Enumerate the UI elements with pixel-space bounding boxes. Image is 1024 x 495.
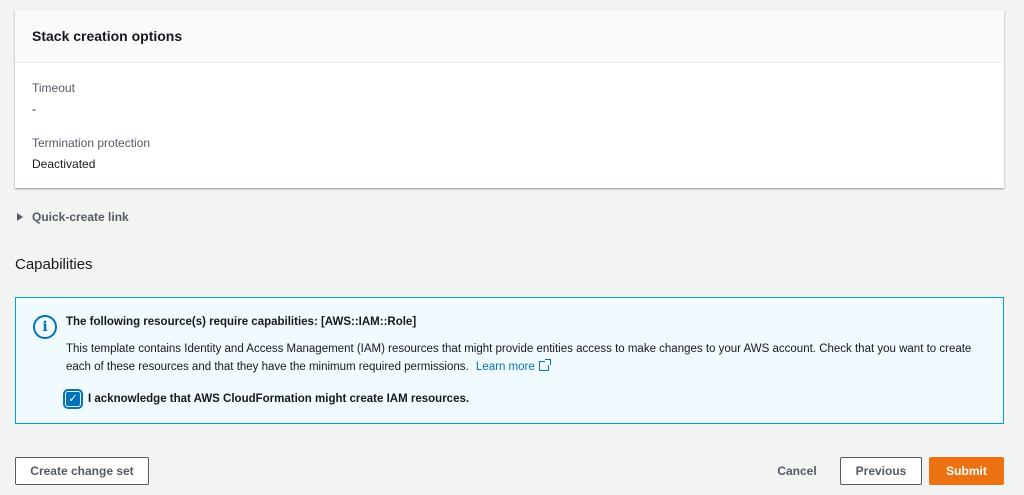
previous-button[interactable]: Previous [840, 457, 922, 485]
alert-title: The following resource(s) require capabi… [66, 316, 417, 328]
timeout-label: Timeout [32, 81, 75, 95]
expander-label: Quick-create link [32, 210, 129, 224]
quick-create-link-expander[interactable]: Quick-create link [17, 210, 129, 224]
termination-protection-label: Termination protection [32, 136, 151, 150]
capabilities-alert: i The following resource(s) require capa… [15, 297, 1004, 424]
termination-protection-field: Termination protection Deactivated [32, 136, 150, 171]
timeout-field: Timeout - [32, 81, 75, 116]
timeout-value: - [32, 102, 36, 116]
info-icon: i [33, 315, 57, 339]
caret-right-icon [17, 213, 23, 221]
learn-more-label: Learn more [475, 361, 535, 373]
submit-button[interactable]: Submit [929, 457, 1004, 485]
stack-creation-options-panel: Stack creation options Timeout - Termina… [15, 10, 1004, 188]
cancel-button[interactable]: Cancel [766, 457, 828, 485]
termination-protection-value: Deactivated [32, 157, 96, 171]
acknowledge-row[interactable]: ✓ I acknowledge that AWS CloudFormation … [63, 389, 469, 409]
panel-header: Stack creation options [15, 10, 1004, 63]
acknowledge-checkbox[interactable]: ✓ [63, 389, 83, 409]
learn-more-link[interactable]: Learn more [475, 359, 551, 373]
create-change-set-button[interactable]: Create change set [15, 457, 149, 485]
alert-body: This template contains Identity and Acce… [66, 340, 986, 376]
panel-title: Stack creation options [32, 28, 183, 44]
capabilities-heading: Capabilities [15, 256, 93, 273]
acknowledge-label[interactable]: I acknowledge that AWS CloudFormation mi… [88, 393, 469, 405]
external-link-icon [538, 359, 551, 371]
